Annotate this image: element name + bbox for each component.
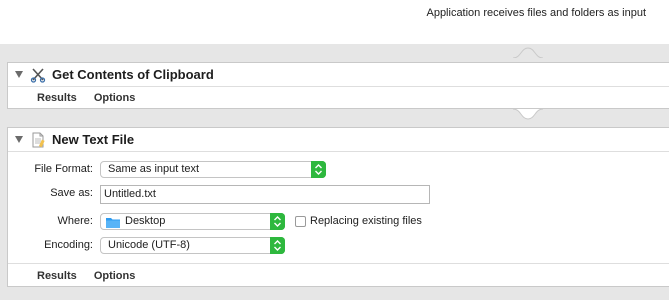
scissors-icon — [30, 68, 46, 83]
text-document-icon — [32, 132, 45, 148]
workflow-connector — [513, 47, 543, 58]
action-new-text-file[interactable]: New Text File File Format: Same as input… — [7, 127, 669, 287]
file-format-value: Same as input text — [108, 163, 200, 175]
file-format-popup[interactable]: Same as input text — [100, 161, 326, 178]
replacing-existing-label[interactable]: Replacing existing files — [310, 215, 422, 227]
encoding-label: Encoding: — [44, 239, 93, 251]
encoding-popup[interactable]: Unicode (UTF-8) — [100, 237, 285, 254]
divider — [8, 151, 669, 152]
results-tab[interactable]: Results — [37, 92, 77, 104]
save-as-label: Save as: — [50, 187, 93, 199]
disclosure-triangle-icon[interactable] — [15, 71, 23, 78]
action-get-contents-of-clipboard[interactable]: Get Contents of Clipboard Results Option… — [7, 62, 669, 109]
workflow-input-bar: Application receives files and folders a… — [0, 0, 669, 44]
folder-icon — [106, 218, 120, 228]
chevron-updown-icon — [270, 213, 285, 230]
workflow-connector — [513, 109, 543, 120]
replacing-existing-checkbox[interactable] — [295, 216, 306, 227]
file-format-label: File Format: — [34, 163, 93, 175]
options-tab[interactable]: Options — [94, 270, 136, 282]
where-value: Desktop — [125, 215, 166, 227]
options-tab[interactable]: Options — [94, 92, 136, 104]
disclosure-triangle-icon[interactable] — [15, 136, 23, 143]
chevron-updown-icon — [311, 161, 326, 178]
where-popup[interactable]: Desktop — [100, 213, 285, 230]
input-description: Application receives files and folders a… — [426, 7, 646, 19]
save-as-field[interactable]: Untitled.txt — [100, 185, 430, 204]
action-title: New Text File — [52, 132, 135, 147]
chevron-updown-icon — [270, 237, 285, 254]
where-label: Where: — [57, 215, 93, 227]
divider — [8, 86, 669, 87]
encoding-value: Unicode (UTF-8) — [108, 239, 190, 251]
divider — [8, 263, 669, 264]
results-tab[interactable]: Results — [37, 270, 77, 282]
action-title: Get Contents of Clipboard — [52, 67, 214, 82]
